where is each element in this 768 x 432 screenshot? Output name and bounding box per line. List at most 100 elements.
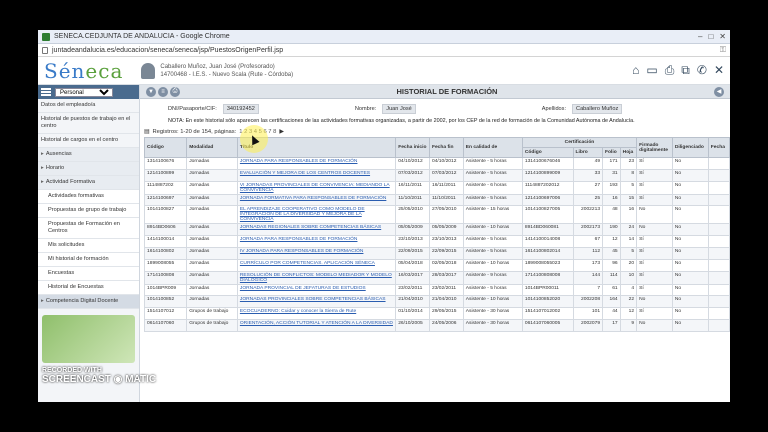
- table-cell[interactable]: JORNADA PARA RESPONSABLES DE FORMACIÓN: [236, 235, 397, 248]
- table-cell: Sí: [636, 235, 673, 248]
- next-page-icon[interactable]: ▶: [279, 128, 284, 135]
- dni-value: 340192452: [222, 104, 259, 114]
- table-cell[interactable]: EL APRENDIZAJE COOPERATIVO COMO MODELO D…: [236, 205, 397, 225]
- home-icon[interactable]: ⌂: [632, 63, 639, 78]
- sidebar-item-label: Historial de puestos de trabajo en el ce…: [41, 116, 131, 129]
- print-small-icon[interactable]: ⎙: [170, 86, 180, 97]
- table-row[interactable]: 8914BD0606 Jornadas JORNADAS REGIONALES SO…: [143, 223, 730, 237]
- table-row[interactable]: 1014100852 Jornadas JORNADAS PROVINCIALES …: [143, 295, 730, 309]
- sidebar-item[interactable]: ▸ Actividad Formativa: [38, 176, 139, 190]
- table-cell: Jornadas: [186, 193, 238, 207]
- table-row[interactable]: 1714100808 Jornadas RESOLUCIÓN DE CONFLICT…: [143, 270, 730, 285]
- table-row[interactable]: 1899008055 Jornadas CURRÍCULO POR COMPETEN…: [143, 258, 730, 272]
- seneca-logo[interactable]: Séneca: [44, 59, 123, 83]
- table-row[interactable]: 1114887202 Jornadas VI JORNADAS PROVINCIAL…: [143, 180, 730, 195]
- table-cell: Asistente - 9 horas: [462, 270, 523, 285]
- sidebar-item[interactable]: ▸ Competencia Digital Docente: [38, 295, 139, 309]
- table-cell-fecha: [707, 295, 730, 309]
- table-row[interactable]: 1514107012 Grupos de trabajo ECOCUADERNO: …: [143, 307, 730, 320]
- table-row[interactable]: 1214100697 Jornadas JORNADA FORMATIVA PARA…: [143, 193, 730, 207]
- table-cell: 4: [619, 283, 638, 297]
- table-cell: Jornadas: [186, 168, 238, 182]
- col-diligenciado[interactable]: Diligenciado: [671, 137, 709, 158]
- sidebar-item[interactable]: Propuestas de grupo de trabajo: [38, 204, 139, 218]
- sidebar-item[interactable]: Historial de Encuestas: [38, 281, 139, 295]
- profile-select[interactable]: Personal: [55, 87, 113, 97]
- table-cell: 1514107012: [143, 307, 188, 320]
- table-cell: 164: [602, 295, 621, 309]
- employee-filters: DNI/Pasaporte/CIF: 340192452 Nombre: Jua…: [140, 99, 730, 116]
- sidebar-item[interactable]: Datos del empleado/a: [38, 99, 139, 113]
- table-cell[interactable]: EVALUACIÓN Y MEJORA DE LOS CENTROS DOCEN…: [236, 168, 397, 182]
- print-icon[interactable]: ⎙: [665, 63, 675, 78]
- sidebar-item[interactable]: Historial de cargos en el centro: [38, 134, 139, 148]
- sidebar-item[interactable]: Historial de puestos de trabajo en el ce…: [38, 113, 139, 134]
- folder-icon[interactable]: ▭: [646, 63, 657, 78]
- sidebar-item[interactable]: Encuestas: [38, 267, 139, 281]
- table-row[interactable]: 0614107060 Grupos de trabajo ORIENTACIÓN, …: [143, 318, 730, 332]
- col-hoja[interactable]: Hoja: [619, 147, 638, 158]
- table-cell[interactable]: ECOCUADERNO: Cuidar y conocer la Sierra …: [236, 307, 397, 320]
- table-row[interactable]: 1314100676 Jornadas JORNADA PARA RESPONSAB…: [143, 157, 730, 170]
- col-calidad[interactable]: En calidad de: [462, 137, 523, 158]
- sidebar-item[interactable]: ▸ Ausencias: [38, 148, 139, 162]
- table-cell: Jornadas: [186, 295, 238, 309]
- table-cell[interactable]: JORNADAS REGIONALES SOBRE COMPETENCIAS B…: [236, 223, 397, 237]
- col-firmado[interactable]: Firmado digitalmente: [636, 137, 673, 158]
- key-icon[interactable]: ⚿: [720, 45, 726, 55]
- copy-icon[interactable]: ⧉: [681, 63, 690, 78]
- sidebar-item[interactable]: ▸ Horario: [38, 162, 139, 176]
- exit-icon[interactable]: ✕: [714, 63, 724, 78]
- table-cell-fecha: [707, 168, 730, 182]
- table-cell[interactable]: JORNADA PARA RESPONSABLES DE FORMACIÓN: [236, 157, 397, 170]
- col-codigo[interactable]: Código: [143, 137, 188, 158]
- pagination: ▤ Registros: 1-20 de 154, páginas: 1 2 3…: [140, 126, 730, 137]
- table-cell[interactable]: CURRÍCULO POR COMPETENCIAS. APLICACIÓN S…: [236, 258, 397, 272]
- table-cell: 29/05/2015: [428, 307, 464, 320]
- list-icon[interactable]: ≡: [158, 86, 168, 97]
- sidebar-item[interactable]: Propuestas de Formación en Centros: [38, 218, 139, 239]
- table-row[interactable]: 1014BPR009 Jornadas JORNADA PROVINCIAL DE …: [143, 283, 730, 297]
- table-cell[interactable]: JORNADA PROVINCIAL DE JEFATURAS DE ESTUD…: [236, 283, 397, 297]
- table-cell: 171: [602, 157, 621, 170]
- sidebar-item-label: Horario: [45, 165, 65, 171]
- table-cell: Asistente - 10 horas: [462, 223, 523, 237]
- col-fecha[interactable]: Fecha: [707, 137, 730, 158]
- sidebar-item[interactable]: Mi historial de formación: [38, 253, 139, 267]
- table-cell: Asistente - 5 horas: [462, 193, 523, 207]
- col-fecha-inicio[interactable]: Fecha inicio: [395, 137, 430, 158]
- address-bar[interactable]: juntadeandalucia.es/educacion/seneca/sen…: [38, 44, 730, 57]
- sidebar-item[interactable]: Mis solicitudes: [38, 239, 139, 253]
- col-cert-codigo[interactable]: Código: [521, 147, 574, 158]
- menu-icon[interactable]: [41, 88, 51, 96]
- table-row[interactable]: 1214100899 Jornadas EVALUACIÓN Y MEJORA DE…: [143, 168, 730, 182]
- table-row[interactable]: 1614100802 Jornadas IV JORNADA PARA RESPON…: [143, 246, 730, 260]
- table-cell: 16/03/2017: [395, 270, 430, 285]
- table-cell: 04/10/2012: [395, 157, 430, 170]
- col-libro[interactable]: Libro: [572, 147, 604, 158]
- table-row[interactable]: 1014100827 Jornadas EL APRENDIZAJE COOPERA…: [143, 205, 730, 225]
- maximize-icon[interactable]: □: [708, 32, 713, 41]
- filter-icon[interactable]: ▼: [146, 86, 156, 97]
- table-cell[interactable]: JORNADAS PROVINCIALES SOBRE COMPETENCIAS…: [236, 295, 397, 309]
- table-cell[interactable]: RESOLUCIÓN DE CONFLICTOS: MODELO MEDIADO…: [236, 270, 397, 285]
- minimize-icon[interactable]: –: [698, 32, 702, 41]
- url-text[interactable]: juntadeandalucia.es/educacion/seneca/sen…: [52, 47, 283, 54]
- table-cell: 49: [572, 157, 604, 170]
- sidebar-item[interactable]: Actividades formativas: [38, 190, 139, 204]
- table-cell[interactable]: VI JORNADAS PROVINCIALES DE CONVIVENCIA:…: [236, 180, 397, 195]
- col-folio[interactable]: Folio: [602, 147, 621, 158]
- sidebar-item-label: Historial de cargos en el centro: [41, 137, 119, 143]
- table-cell: 1314100676: [143, 157, 188, 170]
- table-cell[interactable]: JORNADA FORMATIVA PARA RESPONSABLES DE F…: [236, 193, 397, 207]
- phone-icon[interactable]: ✆: [697, 63, 707, 78]
- back-icon[interactable]: ◀: [714, 86, 724, 97]
- sidebar-item-label: Mi historial de formación: [48, 256, 109, 262]
- table-cell[interactable]: ORIENTACIÓN, ACCIÓN TUTORIAL Y ATENCIÓN …: [236, 318, 397, 332]
- table-cell[interactable]: IV JORNADA PARA RESPONSABLES DE FORMACIÓ…: [236, 246, 397, 260]
- table-row[interactable]: 1414100014 Jornadas JORNADA PARA RESPONSAB…: [143, 235, 730, 248]
- table-cell: 05/05/2009: [428, 223, 464, 237]
- col-fecha-fin[interactable]: Fecha fin: [428, 137, 464, 158]
- col-modalidad[interactable]: Modalidad: [186, 137, 238, 158]
- close-window-icon[interactable]: ✕: [719, 32, 726, 41]
